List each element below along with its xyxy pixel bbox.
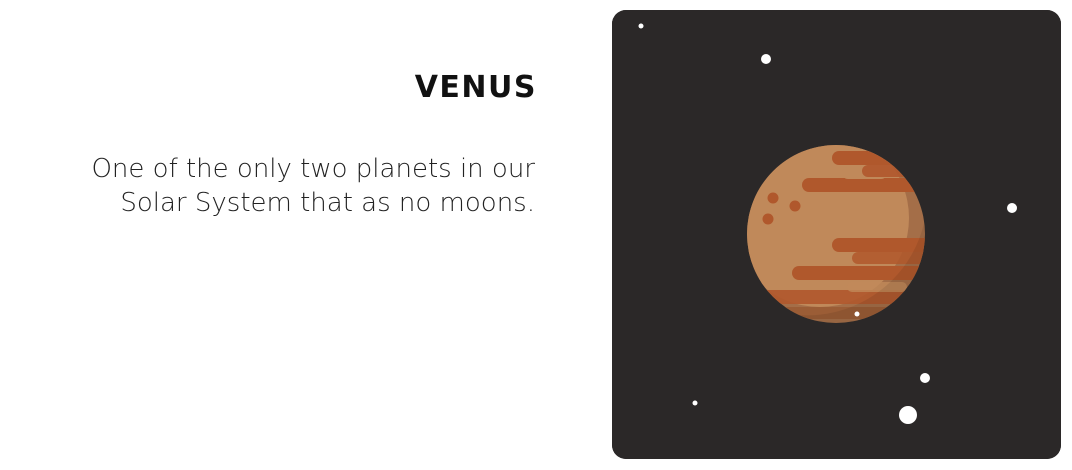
space-scene xyxy=(612,10,1061,459)
venus-illustration-card xyxy=(612,10,1061,459)
star-icon xyxy=(920,373,930,383)
star-icon xyxy=(854,311,860,317)
planet-description: One of the only two planets in our Solar… xyxy=(15,152,535,220)
star-icon xyxy=(761,54,771,64)
description-line-2: Solar System that as no moons. xyxy=(120,188,535,218)
planet-title: VENUS xyxy=(414,70,537,105)
star-icon xyxy=(1007,203,1017,213)
star-icon xyxy=(899,406,917,424)
text-block: VENUS One of the only two planets in our… xyxy=(0,0,537,470)
description-line-1: One of the only two planets in our xyxy=(91,154,535,184)
star-icon xyxy=(692,400,698,406)
star-icon xyxy=(638,23,644,29)
